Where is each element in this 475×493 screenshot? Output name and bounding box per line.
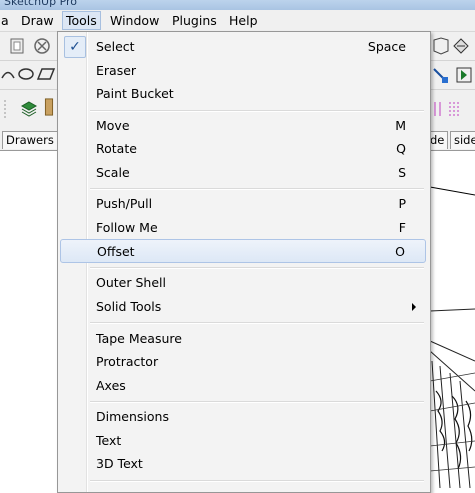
menu-item-paint-bucket[interactable]: Paint Bucket (60, 82, 426, 104)
menu-item-eraser[interactable]: Eraser (60, 59, 426, 81)
checkmark-icon: ✓ (64, 36, 86, 58)
menu-item-axes[interactable]: Axes (60, 374, 426, 396)
menu-item-label: Push/Pull (96, 196, 153, 211)
menu-plugins[interactable]: Plugins (172, 13, 217, 28)
menu-item-solid-tools[interactable]: Solid Tools (60, 295, 426, 317)
menu-separator (90, 110, 424, 112)
tab-side[interactable]: side (450, 131, 475, 149)
component-icon[interactable] (432, 37, 450, 55)
menu-item-push-pull[interactable]: Push/Pull P (60, 192, 426, 214)
menu-item-label: Follow Me (96, 220, 158, 235)
menu-item-outer-shell[interactable]: Outer Shell (60, 271, 426, 293)
menu-item-shortcut: Q (396, 141, 406, 156)
menu-item-offset[interactable]: Offset O (60, 239, 426, 263)
tab-drawers[interactable]: Drawers (2, 131, 58, 149)
menu-item-label: Select (96, 39, 135, 54)
delete-icon[interactable] (33, 37, 51, 55)
menu-item-label: Solid Tools (96, 299, 162, 314)
menu-item-label: Dimensions (96, 409, 169, 424)
menu-item-label: Tape Measure (96, 331, 182, 346)
menu-item-rotate[interactable]: Rotate Q (60, 137, 426, 159)
menu-separator (90, 322, 424, 324)
menu-item-label: Protractor (96, 354, 159, 369)
menu-item-shortcut: M (395, 118, 406, 133)
menu-item-tape-measure[interactable]: Tape Measure (60, 327, 426, 349)
walk-icon[interactable] (455, 66, 473, 84)
menu-item-shortcut: O (395, 244, 405, 259)
menu-separator (90, 188, 424, 190)
menu-item-text[interactable]: Text (60, 429, 426, 451)
menu-item-label: Axes (96, 378, 126, 393)
menu-item-label: Move (96, 118, 130, 133)
menu-item-scale[interactable]: Scale S (60, 161, 426, 183)
toolbar-grip-icon[interactable] (2, 100, 10, 118)
palette-icon[interactable] (44, 98, 54, 116)
shape-tools-icon[interactable] (0, 65, 56, 83)
menu-item-label: Scale (96, 165, 130, 180)
menu-separator (90, 267, 424, 269)
paste-icon[interactable] (8, 37, 26, 55)
submenu-arrow-icon (412, 303, 416, 311)
menu-help[interactable]: Help (229, 13, 258, 28)
menu-item-label: 3D Text (96, 456, 143, 471)
menu-bar: a Draw Tools Window Plugins Help (0, 10, 475, 32)
tools-dropdown-menu: ✓ Select Space Eraser Paint Bucket Move … (57, 31, 431, 493)
follow-me-icon[interactable] (432, 66, 450, 84)
menu-item-label: Rotate (96, 141, 137, 156)
menu-item-label: Paint Bucket (96, 86, 174, 101)
menu-separator (90, 480, 424, 482)
menu-item-move[interactable]: Move M (60, 114, 426, 136)
window-title-bar: SketchUp Pro (0, 0, 475, 10)
window-title: SketchUp Pro (4, 0, 78, 8)
menu-item-shortcut: Space (367, 39, 406, 54)
menu-draw[interactable]: Draw (21, 13, 54, 28)
menu-item-dimensions[interactable]: Dimensions (60, 405, 426, 427)
dimension-tools-icon[interactable] (432, 100, 472, 118)
menu-item-shortcut: P (398, 196, 406, 211)
menu-item-label: Outer Shell (96, 275, 166, 290)
menu-separator (90, 401, 424, 403)
menu-item-label: Text (96, 433, 122, 448)
menu-item-protractor[interactable]: Protractor (60, 350, 426, 372)
menu-item-shortcut: S (398, 165, 406, 180)
menu-item-select[interactable]: ✓ Select Space (60, 35, 426, 58)
menu-item-shortcut: F (398, 220, 406, 235)
menu-tools[interactable]: Tools (62, 11, 101, 30)
menu-item-follow-me[interactable]: Follow Me F (60, 216, 426, 238)
menu-item-3d-text[interactable]: 3D Text (60, 452, 426, 474)
layer-stack-icon[interactable] (20, 100, 38, 118)
menu-window[interactable]: Window (110, 13, 159, 28)
menu-camera[interactable]: a (1, 13, 9, 28)
menu-item-label: Offset (97, 244, 135, 259)
menu-item-label: Eraser (96, 63, 137, 78)
section-plane-icon[interactable] (452, 37, 470, 55)
